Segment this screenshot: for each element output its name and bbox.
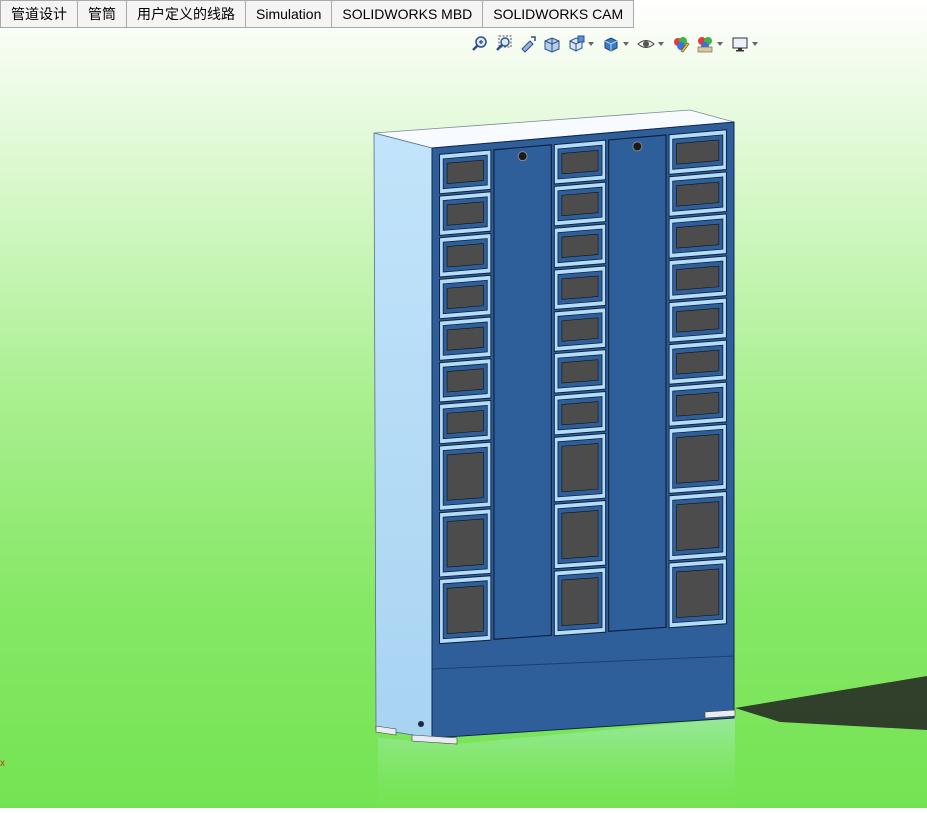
locker-grid bbox=[439, 129, 727, 645]
locker-door bbox=[561, 233, 599, 258]
model-view[interactable] bbox=[0, 29, 927, 808]
locker-door bbox=[676, 501, 720, 551]
command-manager-tabs: 管道设计 管筒 用户定义的线路 Simulation SOLIDWORKS MB… bbox=[0, 0, 635, 28]
side-screw bbox=[418, 721, 424, 727]
locker-door bbox=[446, 326, 484, 351]
tab-solidworks-mbd[interactable]: SOLIDWORKS MBD bbox=[332, 0, 484, 28]
locker-door bbox=[561, 577, 599, 627]
locker-door bbox=[561, 149, 599, 175]
locker-door bbox=[676, 568, 720, 619]
tab-simulation[interactable]: Simulation bbox=[246, 0, 333, 28]
locker-door bbox=[561, 443, 599, 493]
locker-door bbox=[446, 451, 484, 501]
locker-door bbox=[446, 518, 484, 568]
locker-door bbox=[446, 201, 484, 226]
locker-door bbox=[561, 191, 599, 217]
locker-door bbox=[561, 510, 599, 560]
locker-door bbox=[676, 181, 720, 207]
locker-door bbox=[561, 359, 599, 384]
graphics-area[interactable]: x bbox=[0, 29, 927, 808]
locker-door bbox=[446, 159, 484, 184]
tall-door-panel bbox=[608, 134, 667, 632]
triad-x-label: x bbox=[0, 758, 5, 769]
locker-door bbox=[676, 265, 720, 291]
locker-door bbox=[446, 284, 484, 309]
locker-door bbox=[446, 585, 484, 635]
tab-user-defined-routing[interactable]: 用户定义的线路 bbox=[127, 0, 246, 28]
cabinet-side-face bbox=[373, 132, 433, 739]
locker-door bbox=[676, 434, 720, 484]
panel-lock-icon bbox=[632, 141, 643, 152]
locker-door bbox=[561, 401, 599, 426]
locker-door bbox=[676, 223, 720, 249]
tall-door-panel bbox=[493, 144, 552, 640]
locker-door bbox=[446, 243, 484, 268]
tab-piping[interactable]: 管道设计 bbox=[0, 0, 78, 28]
tab-tubing[interactable]: 管筒 bbox=[78, 0, 127, 28]
locker-door bbox=[676, 391, 720, 417]
locker-door bbox=[676, 139, 720, 165]
locker-door bbox=[561, 275, 599, 300]
panel-lock-icon bbox=[517, 151, 528, 162]
locker-door bbox=[676, 307, 720, 333]
floor-shadow bbox=[735, 676, 927, 730]
locker-door bbox=[676, 349, 720, 375]
locker-door bbox=[446, 368, 484, 393]
locker-door bbox=[446, 410, 484, 434]
tab-solidworks-cam[interactable]: SOLIDWORKS CAM bbox=[483, 0, 635, 28]
locker-door bbox=[561, 317, 599, 342]
